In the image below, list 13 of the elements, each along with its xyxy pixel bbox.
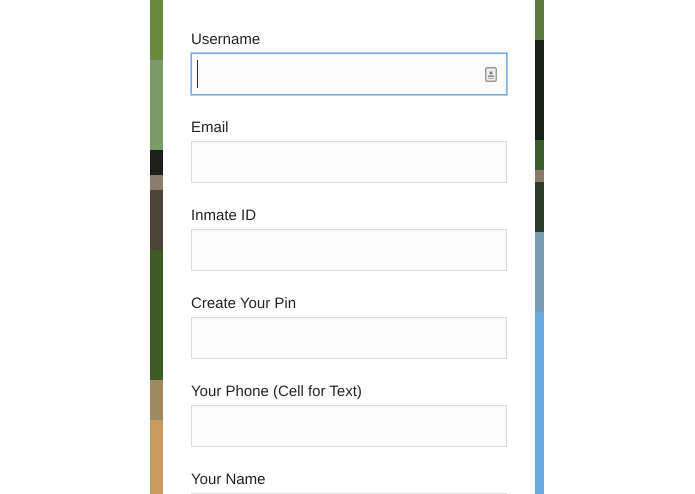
input-field[interactable] [191,405,507,447]
field-label: Email [191,118,230,138]
input-field[interactable] [191,53,507,95]
input-field[interactable] [191,317,507,359]
input-field[interactable] [191,229,507,271]
contact-card-icon [485,66,497,82]
field-label: Your Phone (Cell for Text) [191,382,363,402]
field-label: Your Name [191,470,266,490]
field-label: Create Your Pin [191,294,298,314]
field-label: Inmate ID [191,206,258,226]
text-cursor [197,60,198,88]
field-label: Username [191,30,262,50]
input-field[interactable] [191,141,507,183]
